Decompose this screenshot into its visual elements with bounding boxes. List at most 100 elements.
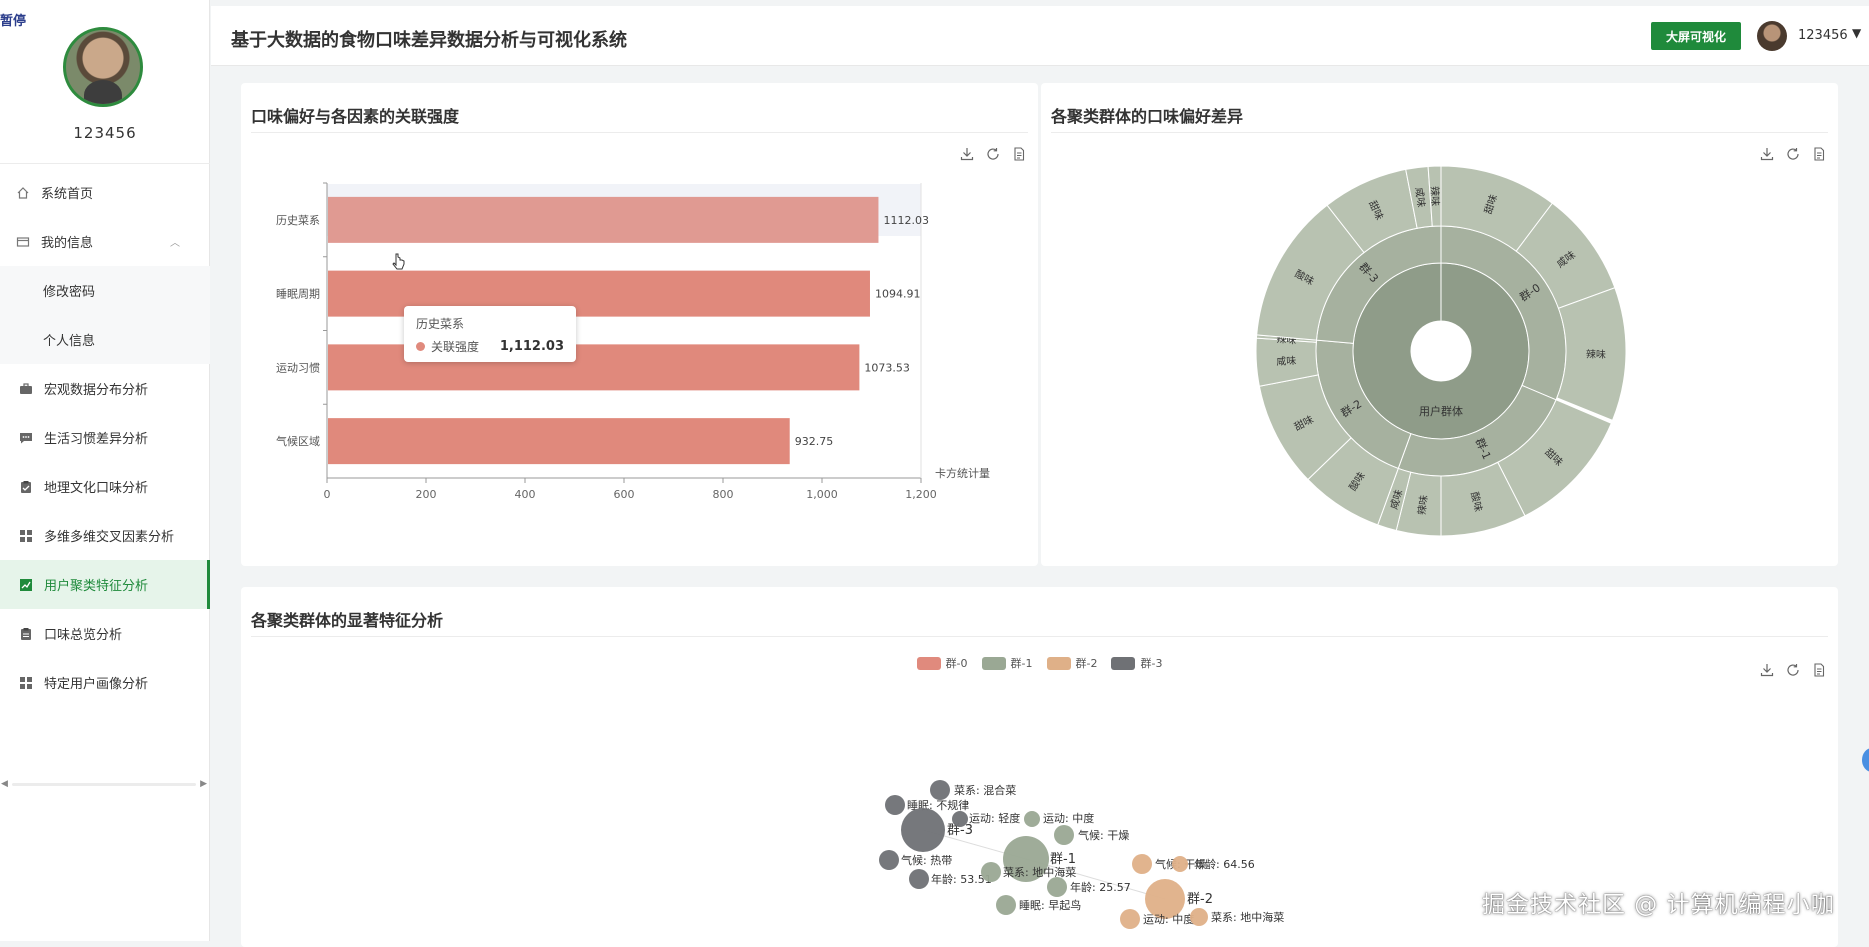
sidebar-item-user-profile[interactable]: 特定用户画像分析 [0, 658, 210, 707]
bar [328, 418, 790, 465]
chart-icon [18, 577, 34, 593]
scroll-left-icon[interactable]: ◀ [1, 779, 8, 789]
bubble-label: 菜系: 地中海菜 [1211, 910, 1284, 924]
grid-icon [18, 675, 34, 691]
caret-down-icon[interactable]: ▼ [1852, 26, 1861, 40]
y-tick-label: 睡眠周期 [276, 288, 320, 301]
sidebar-item-geo-analysis[interactable]: 地理文化口味分析 [0, 462, 210, 511]
clipboard-check-icon [18, 479, 34, 495]
sidebar-item-label: 地理文化口味分析 [44, 481, 149, 496]
bubble-label: 菜系: 混合菜 [954, 783, 1016, 797]
x-tick-label: 200 [416, 488, 437, 501]
watermark: 掘金技术社区 @ 计算机编程小咖 [1482, 892, 1835, 918]
sidebar-item-label: 修改密码 [43, 285, 96, 300]
data-label: 1112.03 [883, 214, 929, 227]
x-tick-label: 800 [713, 488, 734, 501]
bubble-label: 年龄: 64.56 [1194, 857, 1255, 871]
x-axis-label: 卡方统计量 [935, 466, 990, 480]
bar-chart-card: 口味偏好与各因素的关联强度 0 200 400 600 800 1,000 1,200 卡方统… [241, 83, 1038, 566]
scroll-right-icon[interactable]: ▶ [200, 779, 207, 789]
sidebar-item-label: 我的信息 [41, 236, 94, 251]
sunburst-card: 各聚类群体的口味偏好差异 用户群体 群-0 甜味 咸味 辣味 群-1 甜味 酸味 辣味 咸味 群-2… [1041, 83, 1838, 566]
scatter-bubble [1054, 825, 1074, 845]
sidebar-menu: 系统首页 我的信息 ︿ 修改密码 个人信息 宏观数据分布分析 生活习惯差异分析 … [0, 168, 210, 707]
scatter-bubble [1190, 908, 1208, 926]
tooltip-title: 历史菜系 [416, 317, 465, 331]
sidebar-item-habit-analysis[interactable]: 生活习惯差异分析 [0, 413, 210, 462]
avatar[interactable] [1757, 21, 1787, 51]
sidebar-item-personal-info[interactable]: 个人信息 [0, 315, 210, 364]
tooltip-label: 关联强度 [431, 340, 480, 354]
sidebar-item-macro-analysis[interactable]: 宏观数据分布分析 [0, 364, 210, 413]
bubble-label: 气候: 热带 [901, 853, 952, 867]
x-tick-label: 400 [515, 488, 536, 501]
page-title: 基于大数据的食物口味差异数据分析与可视化系统 [231, 30, 627, 51]
clipboard-icon [18, 626, 34, 642]
sidebar-item-home[interactable]: 系统首页 [0, 168, 210, 217]
card-icon [15, 234, 31, 250]
y-tick-label: 运动习惯 [276, 360, 320, 374]
scatter-bubble [996, 895, 1016, 915]
sunburst-taste-label: 辣味 [1428, 186, 1442, 206]
data-label: 1073.53 [864, 361, 910, 374]
y-tick-label: 气候区域 [276, 434, 320, 448]
sidebar-item-label: 生活习惯差异分析 [44, 432, 149, 447]
avatar[interactable] [63, 27, 143, 107]
scatter-bubble [901, 808, 945, 852]
sidebar-item-cross-analysis[interactable]: 多维多维交叉因素分析 [0, 511, 210, 560]
scatter-bubble [1172, 856, 1188, 872]
scatter-bubble [930, 780, 950, 800]
sunburst-chart: 用户群体群-0甜味咸味辣味群-1 甜味酸味辣味咸味群-2酸味甜味咸味辣味群-3酸味… [1255, 165, 1627, 537]
bubble-label: 睡眠: 早起鸟 [1019, 898, 1081, 912]
scatter-bubble [879, 850, 899, 870]
sidebar-item-label: 多维多维交叉因素分析 [44, 530, 175, 545]
sunburst-taste-label: 咸味 [1276, 355, 1297, 368]
big-screen-button[interactable]: 大屏可视化 [1651, 22, 1741, 50]
bubble-label: 运动: 中度 [1143, 912, 1194, 926]
bubble-label: 群-2 [1187, 892, 1213, 907]
bar-chart: 0 200 400 600 800 1,000 1,200 卡方统计量 历史菜系 1112.03 睡… [276, 182, 990, 501]
sidebar-item-cluster-analysis[interactable]: 用户聚类特征分析 [0, 560, 210, 609]
sidebar: 暂停 123456 系统首页 我的信息 ︿ 修改密码 个人信息 宏观数据分布分析… [0, 0, 210, 941]
scatter-bubble [909, 869, 929, 889]
bubble-label: 气候: 干燥 [1078, 828, 1129, 842]
sunburst-center-label: 用户群体 [1419, 404, 1463, 418]
scatter-bubble [1132, 854, 1152, 874]
sidebar-item-label: 特定用户画像分析 [44, 677, 149, 692]
scatter-bubble [885, 795, 905, 815]
grid-icon [18, 528, 34, 544]
y-tick-label: 历史菜系 [276, 214, 320, 227]
sidebar-divider [0, 163, 210, 164]
scatter-bubble [952, 811, 968, 827]
chart-tooltip: 历史菜系 关联强度 1,112.03 [404, 306, 576, 362]
sidebar-username: 123456 [73, 124, 137, 142]
chevron-up-icon: ︿ [170, 238, 180, 249]
sidebar-item-label: 用户聚类特征分析 [44, 579, 149, 594]
floating-dot[interactable] [1862, 748, 1869, 772]
sidebar-item-label: 口味总览分析 [44, 628, 123, 643]
header-username[interactable]: 123456 [1798, 28, 1848, 43]
data-label: 1094.91 [875, 288, 921, 301]
sidebar-item-taste-overview[interactable]: 口味总览分析 [0, 609, 210, 658]
sunburst-hole [1411, 321, 1471, 381]
briefcase-icon [18, 381, 34, 397]
scatter-bubble [1120, 909, 1140, 929]
bubble-label: 年龄: 25.57 [1070, 880, 1131, 894]
top-header: 基于大数据的食物口味差异数据分析与可视化系统 大屏可视化 123456 ▼ [211, 6, 1869, 66]
bubble-label: 运动: 中度 [1043, 811, 1094, 825]
bubble-label: 菜系: 地中海菜 [1003, 865, 1076, 879]
tooltip-value: 1,112.03 [499, 339, 564, 354]
sidebar-scrollbar[interactable]: ◀ ▶ [1, 779, 207, 789]
x-tick-label: 1,000 [806, 488, 838, 501]
sidebar-item-my-info[interactable]: 我的信息 ︿ [0, 217, 210, 266]
sidebar-item-label: 个人信息 [43, 334, 96, 349]
bar [328, 196, 879, 243]
cursor-icon [392, 253, 405, 270]
sidebar-item-label: 宏观数据分布分析 [44, 383, 149, 398]
message-icon [18, 430, 34, 446]
scatter-bubble [1024, 811, 1040, 827]
scrollbar-track[interactable] [12, 783, 196, 786]
tooltip-marker [416, 342, 425, 351]
sidebar-item-change-password[interactable]: 修改密码 [0, 266, 210, 315]
scatter-bubble [1047, 877, 1067, 897]
